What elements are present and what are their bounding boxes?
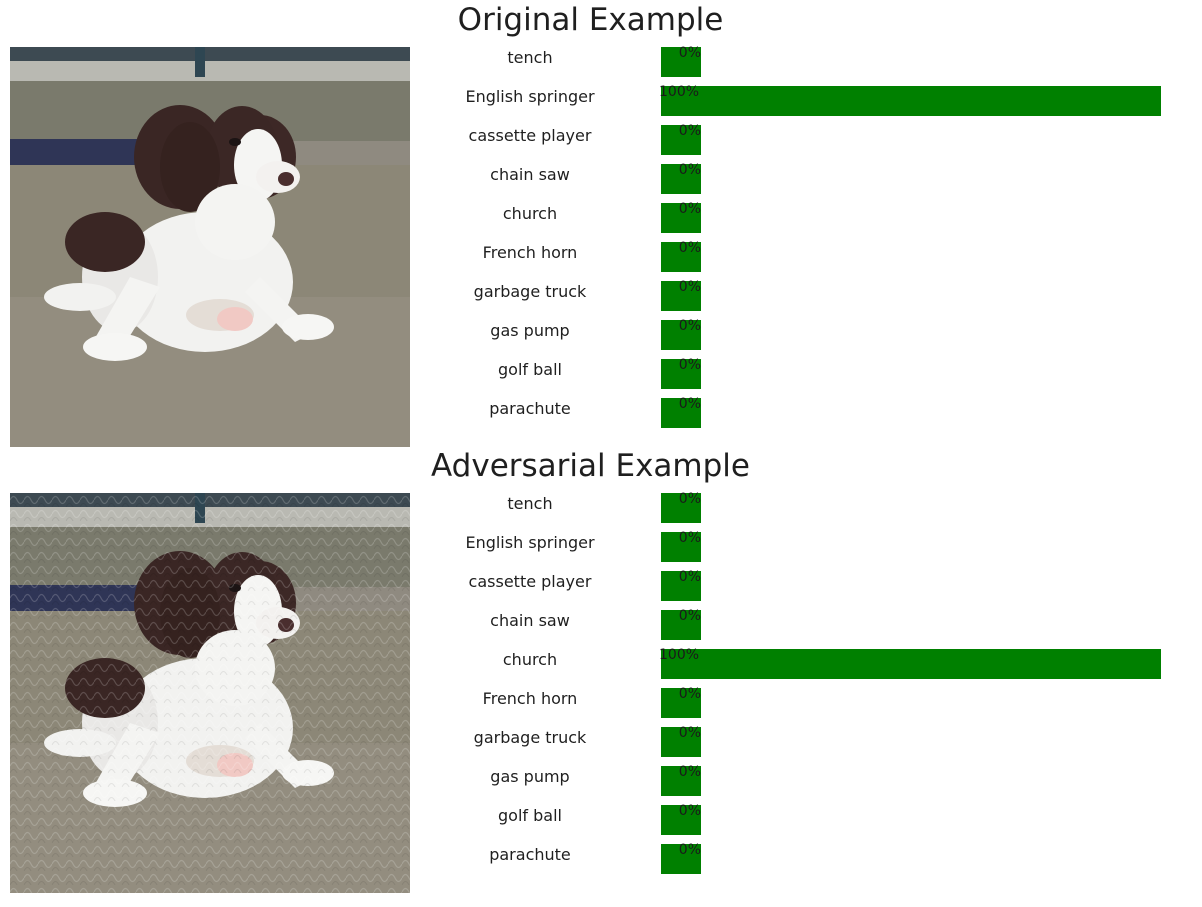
prediction-label: tench — [507, 48, 553, 67]
prediction-label: gas pump — [490, 767, 570, 786]
prediction-row: chain saw 0% — [0, 162, 1202, 194]
prediction-label: tench — [507, 494, 553, 513]
prediction-bar: 0% — [661, 608, 701, 640]
prediction-row: tench 0% — [0, 45, 1202, 77]
prediction-bar: 0% — [661, 803, 701, 835]
prediction-bar: 0% — [661, 764, 701, 796]
prediction-label: church — [502, 204, 558, 223]
prediction-bar: 0% — [661, 569, 701, 601]
prediction-row: church 100% — [0, 647, 1202, 679]
prediction-bar: 0% — [661, 491, 701, 523]
prediction-bar: 0% — [661, 396, 701, 428]
prediction-row: tench 0% — [0, 491, 1202, 523]
prediction-percent: 0% — [678, 357, 701, 373]
prediction-row: gas pump 0% — [0, 764, 1202, 796]
prediction-row: chain saw 0% — [0, 608, 1202, 640]
prediction-percent: 100% — [659, 647, 700, 663]
prediction-bar: 0% — [661, 279, 701, 311]
prediction-percent: 0% — [678, 569, 701, 585]
prediction-row: parachute 0% — [0, 842, 1202, 874]
prediction-label: garbage truck — [473, 728, 587, 747]
prediction-row: parachute 0% — [0, 396, 1202, 428]
prediction-row: cassette player 0% — [0, 569, 1202, 601]
prediction-bar: 0% — [661, 201, 701, 233]
prediction-row: French horn 0% — [0, 686, 1202, 718]
prediction-label: French horn — [482, 689, 578, 708]
prediction-percent: 0% — [678, 491, 701, 507]
prediction-label: golf ball — [498, 806, 562, 825]
prediction-label: English springer — [465, 533, 595, 552]
prediction-bar: 0% — [661, 530, 701, 562]
prediction-bar: 0% — [661, 45, 701, 77]
prediction-percent: 0% — [678, 608, 701, 624]
prediction-row: English springer 100% — [0, 84, 1202, 116]
prediction-bar: 0% — [661, 123, 701, 155]
prediction-label: gas pump — [490, 321, 570, 340]
prediction-percent: 0% — [678, 45, 701, 61]
prediction-percent: 0% — [678, 240, 701, 256]
prediction-row: church 0% — [0, 201, 1202, 233]
prediction-label: parachute — [489, 399, 571, 418]
prediction-row: English springer 0% — [0, 530, 1202, 562]
prediction-percent: 0% — [678, 396, 701, 412]
prediction-row: golf ball 0% — [0, 803, 1202, 835]
prediction-bar: 100% — [659, 647, 1161, 679]
prediction-row: garbage truck 0% — [0, 279, 1202, 311]
prediction-row: French horn 0% — [0, 240, 1202, 272]
prediction-row: garbage truck 0% — [0, 725, 1202, 757]
prediction-label: French horn — [482, 243, 578, 262]
prediction-percent: 0% — [678, 764, 701, 780]
prediction-percent: 0% — [678, 803, 701, 819]
section-title-original: Original Example — [457, 2, 724, 38]
prediction-bar: 0% — [661, 357, 701, 389]
prediction-percent: 0% — [678, 162, 701, 178]
prediction-bar: 0% — [661, 842, 701, 874]
prediction-row: golf ball 0% — [0, 357, 1202, 389]
prediction-percent: 0% — [678, 279, 701, 295]
prediction-bar: 0% — [661, 240, 701, 272]
prediction-label: garbage truck — [473, 282, 587, 301]
prediction-bar: 0% — [661, 162, 701, 194]
prediction-percent: 0% — [678, 530, 701, 546]
prediction-percent: 0% — [678, 725, 701, 741]
prediction-bar: 0% — [661, 686, 701, 718]
prediction-percent: 0% — [678, 318, 701, 334]
prediction-label: golf ball — [498, 360, 562, 379]
prediction-bar: 0% — [661, 725, 701, 757]
prediction-label: parachute — [489, 845, 571, 864]
prediction-percent: 0% — [678, 842, 701, 858]
prediction-label: chain saw — [490, 611, 570, 630]
prediction-label: cassette player — [468, 126, 592, 145]
prediction-percent: 0% — [678, 201, 701, 217]
prediction-row: gas pump 0% — [0, 318, 1202, 350]
prediction-percent: 100% — [659, 84, 700, 100]
section-title-adversarial: Adversarial Example — [431, 448, 750, 484]
prediction-label: cassette player — [468, 572, 592, 591]
prediction-row: cassette player 0% — [0, 123, 1202, 155]
prediction-bar: 0% — [661, 318, 701, 350]
prediction-percent: 0% — [678, 123, 701, 139]
prediction-bar: 100% — [659, 84, 1161, 116]
prediction-label: chain saw — [490, 165, 570, 184]
prediction-percent: 0% — [678, 686, 701, 702]
prediction-label: English springer — [465, 87, 595, 106]
prediction-label: church — [502, 650, 558, 669]
